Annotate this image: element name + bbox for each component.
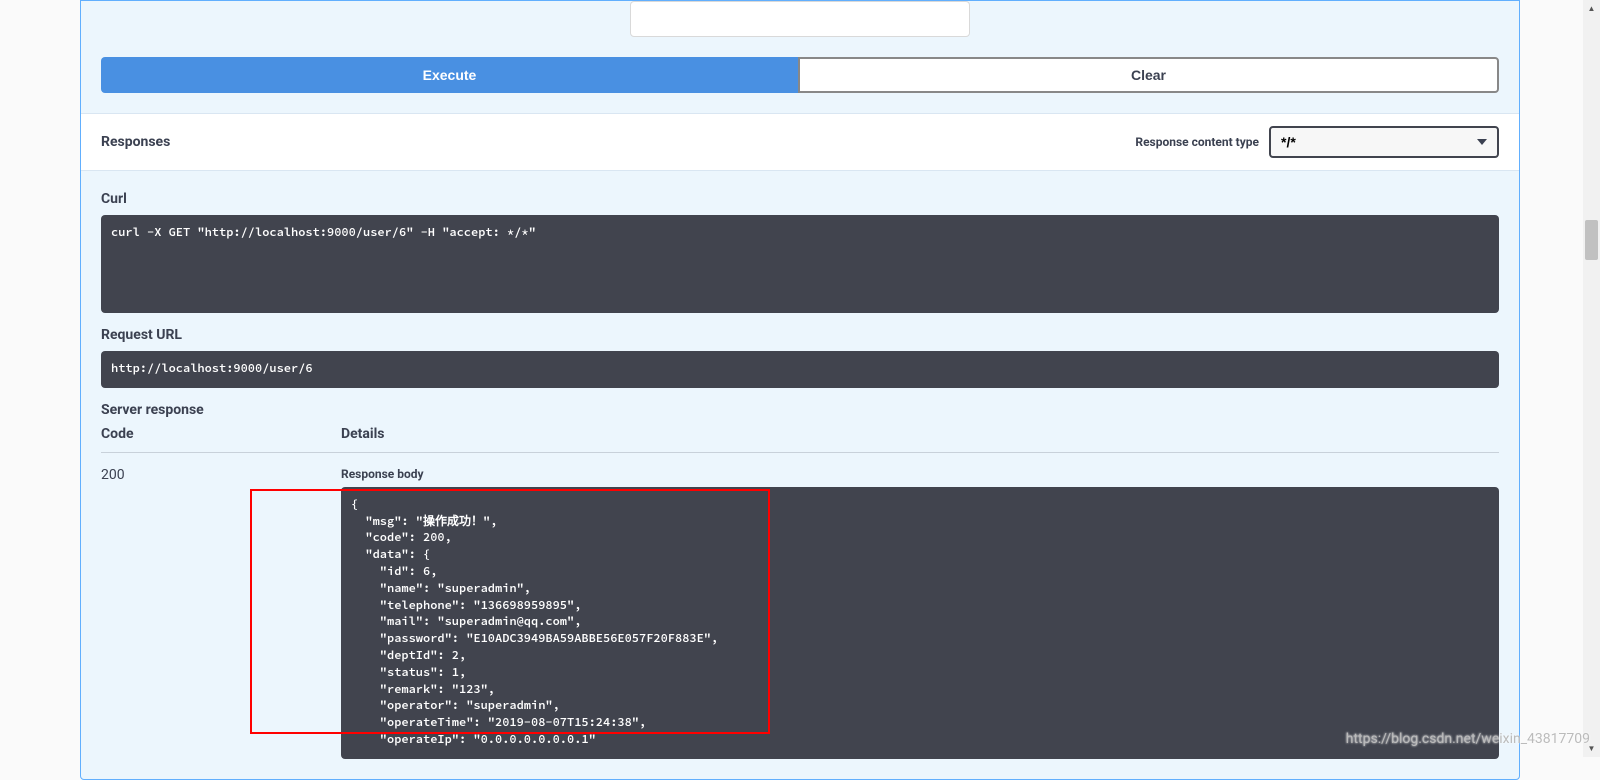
curl-label: Curl (101, 191, 1499, 207)
response-details: Response body { "msg": "操作成功！", "code": … (341, 467, 1499, 759)
column-header-code: Code (101, 426, 341, 442)
response-content-type-label: Response content type (1135, 135, 1259, 149)
vertical-scrollbar[interactable]: ▲ ▼ (1583, 0, 1600, 757)
request-url-value[interactable]: http://localhost:9000/user/6 (101, 351, 1499, 388)
scroll-up-arrow[interactable]: ▲ (1583, 0, 1600, 17)
server-response-label: Server response (101, 402, 1499, 418)
response-content-type-select[interactable]: */* (1269, 126, 1499, 158)
response-content-type-container: Response content type */* (1135, 126, 1499, 158)
scrollbar-thumb[interactable] (1585, 220, 1598, 260)
responses-header: Responses Response content type */* (81, 113, 1519, 171)
response-row: 200 Response body { "msg": "操作成功！", "cod… (101, 467, 1499, 759)
parameters-area (81, 1, 1519, 57)
response-body-label: Response body (341, 467, 1499, 481)
response-body[interactable]: { "msg": "操作成功！", "code": 200, "data": {… (341, 487, 1499, 759)
request-url-label: Request URL (101, 327, 1499, 343)
column-header-details: Details (341, 426, 1499, 442)
execute-button[interactable]: Execute (101, 57, 798, 93)
watermark: https://blog.csdn.net/weixin_43817709 (1346, 731, 1590, 747)
parameter-input[interactable] (630, 1, 970, 37)
response-table-header: Code Details (101, 426, 1499, 453)
action-buttons-row: Execute Clear (81, 57, 1519, 113)
response-status-code: 200 (101, 467, 341, 759)
responses-heading: Responses (101, 134, 170, 150)
clear-button[interactable]: Clear (798, 57, 1499, 93)
results-area: Curl curl -X GET "http://localhost:9000/… (81, 171, 1519, 779)
api-operation-panel: Execute Clear Responses Response content… (80, 0, 1520, 780)
curl-command[interactable]: curl -X GET "http://localhost:9000/user/… (101, 215, 1499, 313)
